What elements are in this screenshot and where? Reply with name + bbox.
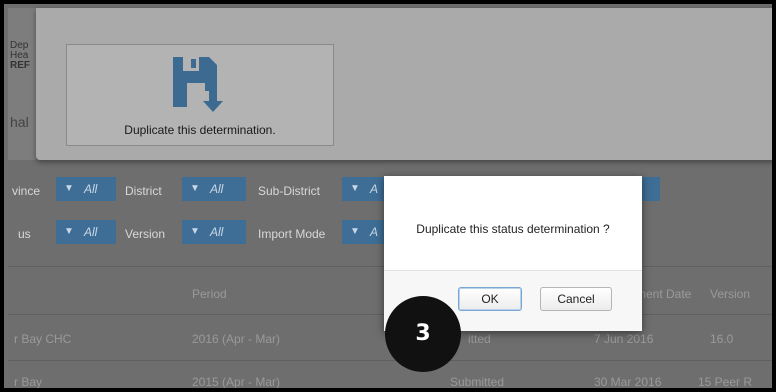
filter-chip-sub-district[interactable]: ▼ A xyxy=(342,177,384,201)
filter-label-province: vince xyxy=(12,184,41,198)
left-strip xyxy=(8,8,36,160)
duplicate-label: Duplicate this determination. xyxy=(124,123,276,137)
filter-funnel-icon: ▼ xyxy=(350,183,360,194)
duplicate-determination-button[interactable]: Duplicate this determination. xyxy=(66,44,334,146)
row-version: 16.0 xyxy=(710,332,734,346)
action-panel: Duplicate this determination. xyxy=(36,8,772,160)
row-facility: r Bay xyxy=(14,375,43,389)
filter-chip-hidden[interactable] xyxy=(642,177,660,201)
filter-label-version: Version xyxy=(125,227,166,241)
ok-button[interactable]: OK xyxy=(458,287,522,311)
filter-chip-status[interactable]: ▼ All xyxy=(56,220,116,244)
row-status: Submitted xyxy=(450,375,505,389)
filter-funnel-icon: ▼ xyxy=(350,226,360,237)
title-fragment: hal xyxy=(10,114,29,130)
filter-chip-version[interactable]: ▼ All xyxy=(182,220,246,244)
filter-chip-import-mode[interactable]: ▼ A xyxy=(342,220,384,244)
cancel-button[interactable]: Cancel xyxy=(540,287,612,311)
row-status: itted xyxy=(468,332,491,346)
column-header-submit-date[interactable]: ment Date xyxy=(636,287,691,301)
filter-label-sub-district: Sub-District xyxy=(258,184,321,198)
filter-funnel-icon: ▼ xyxy=(190,226,200,237)
filter-label-district: District xyxy=(125,184,162,198)
header-fragment: REF xyxy=(10,60,30,71)
filter-label-import-mode: Import Mode xyxy=(258,227,326,241)
table-divider xyxy=(8,360,772,361)
row-period: 2016 (Apr - Mar) xyxy=(192,332,281,346)
filter-label-status: us xyxy=(18,227,31,241)
filter-chip-province[interactable]: ▼ All xyxy=(56,177,116,201)
row-date: 30 Mar 2016 xyxy=(594,375,662,389)
column-header-version[interactable]: Version xyxy=(710,287,750,301)
filter-funnel-icon: ▼ xyxy=(64,183,74,194)
row-period: 2015 (Apr - Mar) xyxy=(192,375,281,389)
dialog-message: Duplicate this status determination ? xyxy=(416,222,610,236)
screenshot-frame: Dep Hea REF hal vince ▼ All District ▼ A… xyxy=(0,0,776,392)
row-date: 7 Jun 2016 xyxy=(594,332,654,346)
step-marker: 3 xyxy=(385,296,461,372)
row-facility: r Bay CHC xyxy=(14,332,72,346)
filter-chip-district[interactable]: ▼ All xyxy=(182,177,246,201)
filter-funnel-icon: ▼ xyxy=(190,183,200,194)
column-header-period[interactable]: Period xyxy=(192,287,227,301)
row-version: 15 Peer R xyxy=(698,375,753,389)
filter-funnel-icon: ▼ xyxy=(64,226,74,237)
save-duplicate-icon xyxy=(173,57,223,112)
